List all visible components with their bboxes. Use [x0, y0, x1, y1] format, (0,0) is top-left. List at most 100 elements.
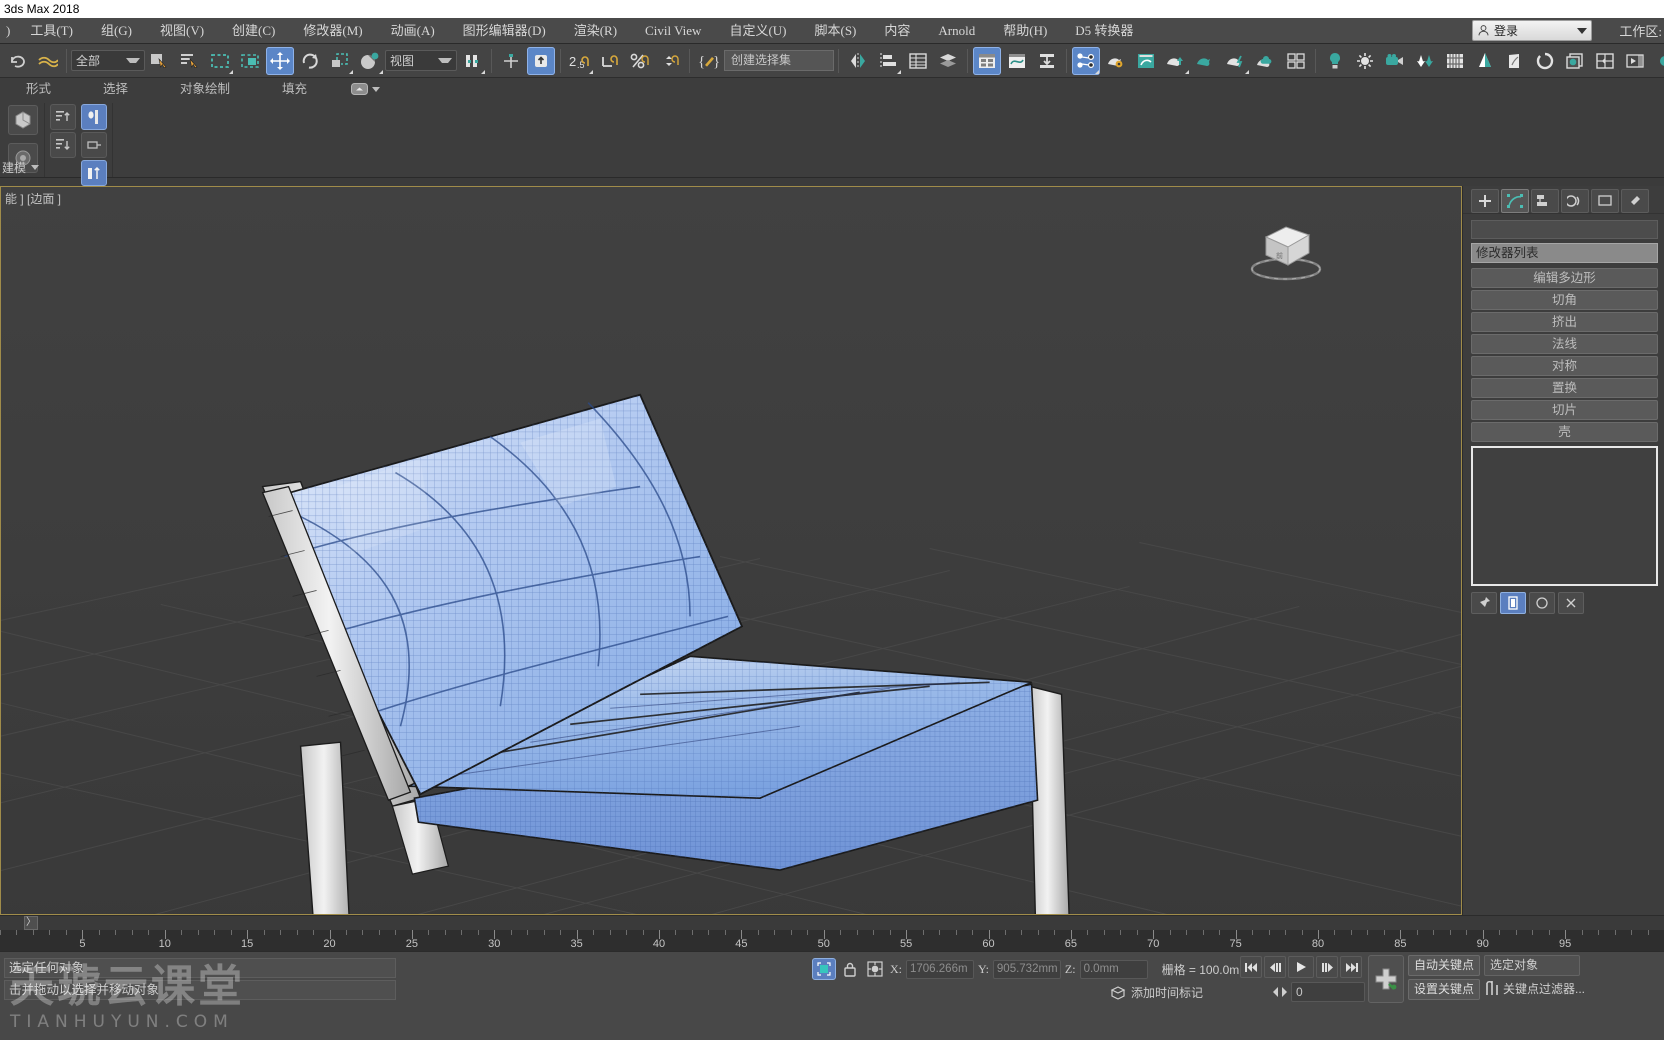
pin-icon[interactable] — [81, 132, 107, 158]
push-down-icon[interactable] — [50, 132, 76, 158]
align-icon[interactable] — [874, 47, 902, 75]
scene-explorer-layers-icon[interactable] — [934, 47, 962, 75]
redo-icon[interactable] — [33, 47, 61, 75]
menu-app-button[interactable]: ) — [0, 18, 16, 44]
menu-item-d5-converter[interactable]: D5 转换器 — [1061, 18, 1147, 44]
modify-tab-icon[interactable] — [1501, 189, 1529, 213]
menu-item-modifiers[interactable]: 修改器(M) — [289, 18, 376, 44]
percent-snap-toggle-icon[interactable] — [626, 47, 654, 75]
isolate-selection-icon[interactable] — [864, 958, 886, 980]
render-iterative-icon[interactable] — [1192, 47, 1220, 75]
render-in-cloud-icon[interactable] — [1252, 47, 1280, 75]
menu-item-graph-editors[interactable]: 图形编辑器(D) — [449, 18, 560, 44]
pin-stack-icon[interactable] — [1471, 592, 1497, 614]
selection-filter-dropdown[interactable]: 全部 — [71, 50, 145, 71]
rectangular-selection-region-icon[interactable] — [206, 47, 234, 75]
absolute-relative-toggle-icon[interactable] — [812, 958, 836, 980]
layer-manager-icon[interactable] — [904, 47, 932, 75]
paint-relax-icon[interactable] — [81, 160, 107, 186]
menu-item-arnold[interactable]: Arnold — [924, 18, 989, 44]
polygon-modeling-icon[interactable] — [8, 105, 38, 135]
modifier-slice[interactable]: 切片 — [1471, 400, 1658, 420]
toggle-scene-explorer-icon[interactable] — [973, 46, 1001, 75]
add-time-tag-button[interactable]: 添加时间标记 — [1110, 984, 1203, 1001]
scene-converter-icon[interactable] — [1591, 47, 1619, 75]
select-and-rotate-icon[interactable] — [296, 47, 324, 75]
light-icon[interactable] — [1321, 47, 1349, 75]
menu-item-views[interactable]: 视图(V) — [146, 18, 218, 44]
select-object-icon[interactable] — [146, 47, 174, 75]
modifier-normal[interactable]: 法线 — [1471, 334, 1658, 354]
material-editor-icon[interactable] — [1072, 46, 1100, 75]
window-crossing-icon[interactable] — [236, 47, 264, 75]
spinner-snap-toggle-icon[interactable] — [656, 47, 684, 75]
schematic-view-icon[interactable] — [1033, 47, 1061, 75]
z-coordinate-field[interactable]: 0.0mm — [1079, 959, 1148, 979]
menu-item-animation[interactable]: 动画(A) — [377, 18, 449, 44]
modifier-list-dropdown[interactable]: 修改器列表 — [1471, 243, 1658, 263]
select-and-scale-icon[interactable] — [326, 47, 354, 75]
workspace-label[interactable]: 工作区: — [1619, 21, 1662, 40]
select-and-manipulate-icon[interactable] — [497, 47, 525, 75]
y-coordinate-field[interactable]: 905.732mm — [992, 959, 1061, 979]
motion-tab-icon[interactable] — [1561, 189, 1589, 213]
set-key-button[interactable]: 设置关键点 — [1408, 979, 1481, 1000]
x-coordinate-field[interactable]: 1706.266m — [906, 959, 974, 979]
menu-item-tools[interactable]: 工具(T) — [16, 18, 87, 44]
viewcube[interactable]: 前 — [1241, 207, 1331, 287]
sun-icon[interactable] — [1351, 47, 1379, 75]
layer-copy-icon[interactable] — [1561, 47, 1589, 75]
lock-selection-icon[interactable] — [840, 958, 860, 980]
go-to-end-icon[interactable] — [1340, 956, 1362, 978]
ribbon-options-button[interactable] — [351, 83, 381, 95]
modifier-displace[interactable]: 置换 — [1471, 378, 1658, 398]
foliage-icon[interactable] — [1411, 47, 1439, 75]
ribbon-tab-form[interactable]: 形式 — [0, 78, 77, 100]
object-name-field[interactable] — [1471, 220, 1658, 239]
key-filters-label[interactable]: 关键点过滤器... — [1503, 980, 1585, 997]
ribbon-tab-selection[interactable]: 选择 — [77, 78, 154, 100]
menu-item-customize[interactable]: 自定义(U) — [715, 18, 800, 44]
select-and-move-icon[interactable] — [266, 46, 294, 75]
menu-item-help[interactable]: 帮助(H) — [989, 18, 1061, 44]
open-autodesk-app-store-icon[interactable] — [1282, 47, 1310, 75]
make-unique-icon[interactable] — [1529, 592, 1555, 614]
more-tools-icon[interactable] — [1651, 47, 1664, 75]
plant-icon[interactable] — [1501, 47, 1529, 75]
menu-item-content[interactable]: 内容 — [870, 18, 924, 44]
ring-array-icon[interactable] — [1531, 47, 1559, 75]
named-selection-set-field[interactable]: 创建选择集 — [724, 50, 834, 71]
current-frame-field[interactable]: 0 — [1291, 982, 1365, 1002]
previous-frame-icon[interactable] — [1264, 956, 1286, 978]
time-slider-handle[interactable]: 〉 — [24, 916, 38, 930]
select-and-place-icon[interactable] — [356, 47, 384, 75]
menu-item-civil-view[interactable]: Civil View — [631, 18, 715, 44]
modifier-stack-display[interactable] — [1471, 446, 1658, 586]
use-pivot-point-center-icon[interactable] — [458, 47, 486, 75]
chair-model[interactable] — [1, 187, 1461, 915]
modifier-shell[interactable]: 壳 — [1471, 422, 1658, 442]
viewport-label[interactable]: 能 ] [边面 ] — [5, 190, 61, 207]
paint-deform-push-pull-icon[interactable] — [81, 104, 107, 130]
push-up-icon[interactable] — [50, 104, 76, 130]
menu-item-scripting[interactable]: 脚本(S) — [801, 18, 871, 44]
menu-item-rendering[interactable]: 渲染(R) — [560, 18, 631, 44]
selection-set-dropdown[interactable]: 选定对象 — [1484, 955, 1581, 976]
create-tab-icon[interactable] — [1471, 189, 1499, 213]
ribbon-modeling-dropdown[interactable]: 建模 — [2, 159, 40, 176]
modifier-chamfer[interactable]: 切角 — [1471, 290, 1658, 310]
menu-item-group[interactable]: 组(G) — [87, 18, 146, 44]
go-to-start-icon[interactable] — [1240, 956, 1262, 978]
timeline-ruler[interactable]: 5 10 15 20 25 30 35 40 45 50 55 60 65 70 75 80 85 90 95 — [0, 930, 1664, 952]
undo-icon[interactable] — [3, 47, 31, 75]
snap-toggle-icon[interactable] — [527, 46, 555, 75]
ribbon-tab-fill[interactable]: 填充 — [256, 78, 333, 100]
render-production-icon[interactable] — [1162, 47, 1190, 75]
reference-coordinate-system-dropdown[interactable]: 视图 — [385, 50, 457, 71]
modifier-edit-poly[interactable]: 编辑多边形 — [1471, 268, 1658, 288]
key-mode-icon[interactable] — [1272, 986, 1288, 998]
remove-modifier-icon[interactable] — [1558, 592, 1584, 614]
play-animation-icon[interactable] — [1288, 956, 1314, 978]
curve-editor-icon[interactable] — [1003, 47, 1031, 75]
auto-key-button[interactable]: 自动关键点 — [1408, 955, 1481, 976]
